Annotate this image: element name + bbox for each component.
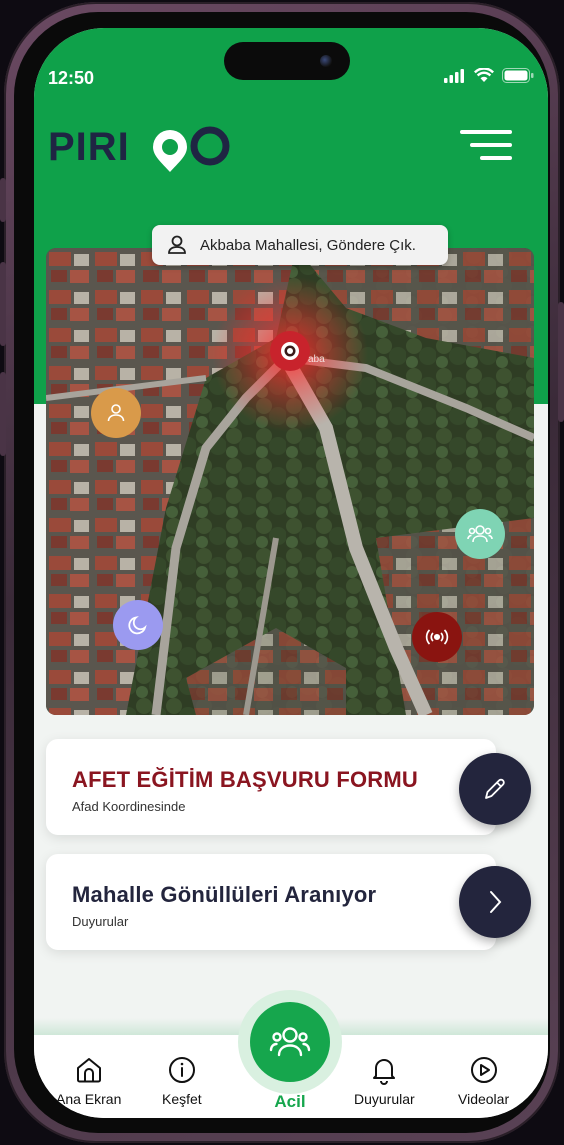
open-volunteers-button[interactable] bbox=[459, 866, 531, 938]
person-icon bbox=[107, 404, 125, 422]
battery-icon bbox=[502, 68, 534, 83]
user-pin-icon bbox=[168, 235, 186, 254]
home-icon bbox=[76, 1058, 101, 1083]
menu-line bbox=[460, 130, 512, 134]
hamburger-menu-button[interactable] bbox=[458, 126, 512, 166]
moon-icon bbox=[128, 616, 147, 635]
card-subtitle: Afad Koordinesinde bbox=[72, 799, 186, 814]
nav-home-label: Ana Ekran bbox=[56, 1091, 122, 1107]
dynamic-island bbox=[224, 42, 350, 80]
menu-line bbox=[480, 156, 512, 160]
power-button bbox=[558, 302, 564, 422]
nav-explore[interactable]: Keşfet bbox=[162, 1055, 202, 1107]
status-time: 12:50 bbox=[48, 68, 95, 88]
card-title: Mahalle Gönüllüleri Aranıyor bbox=[72, 882, 377, 907]
emergency-button[interactable] bbox=[250, 1002, 330, 1082]
poi-label: aba bbox=[308, 354, 325, 365]
group-marker[interactable] bbox=[455, 509, 505, 559]
volume-down-button bbox=[0, 372, 6, 456]
status-icons bbox=[444, 68, 534, 83]
location-pin-marker[interactable] bbox=[270, 331, 310, 371]
nav-explore-label: Keşfet bbox=[162, 1091, 202, 1107]
pencil-icon bbox=[485, 778, 505, 799]
night-marker[interactable] bbox=[113, 600, 163, 650]
bell-icon bbox=[373, 1059, 396, 1085]
nav-emergency[interactable] bbox=[238, 990, 342, 1094]
training-form-card[interactable]: AFET EĞİTİM BAŞVURU FORMU Afad Koordines… bbox=[46, 739, 496, 835]
action-button bbox=[0, 178, 6, 222]
target-icon bbox=[281, 342, 299, 360]
camera-icon bbox=[320, 55, 332, 67]
wifi-icon bbox=[474, 68, 494, 82]
group-icon bbox=[269, 1027, 311, 1057]
svg-text:PIRI: PIRI bbox=[48, 125, 130, 169]
menu-line bbox=[470, 143, 512, 147]
address-pill[interactable]: Akbaba Mahallesi, Göndere Çık. bbox=[152, 225, 448, 265]
nav-videos-label: Videolar bbox=[458, 1091, 510, 1107]
chevron-right-icon bbox=[490, 891, 502, 913]
signal-icon bbox=[444, 68, 464, 83]
card-title: AFET EĞİTİM BAŞVURU FORMU bbox=[72, 767, 418, 792]
info-icon bbox=[168, 1057, 195, 1083]
satellite-map[interactable]: aba bbox=[46, 248, 534, 715]
broadcast-icon bbox=[425, 629, 449, 645]
group-icon bbox=[467, 525, 493, 543]
person-marker[interactable] bbox=[91, 388, 141, 438]
nav-emergency-label: Acil bbox=[274, 1092, 306, 1111]
nav-announcements-label: Duyurular bbox=[354, 1091, 415, 1107]
volunteers-card[interactable]: Mahalle Gönüllüleri Aranıyor Duyurular bbox=[46, 854, 496, 950]
pirigo-logo: PIRI bbox=[48, 124, 238, 179]
volume-up-button bbox=[0, 262, 6, 346]
edit-form-button[interactable] bbox=[459, 753, 531, 825]
address-text: Akbaba Mahallesi, Göndere Çık. bbox=[200, 236, 416, 254]
card-subtitle: Duyurular bbox=[72, 914, 129, 929]
nav-announcements[interactable]: Duyurular bbox=[354, 1055, 415, 1107]
nav-videos[interactable]: Videolar bbox=[458, 1055, 509, 1107]
play-icon bbox=[470, 1057, 497, 1083]
broadcast-marker[interactable] bbox=[412, 612, 462, 662]
app-screen: 12:50 PIRI aba Akbaba Mahallesi, Göndere… bbox=[34, 28, 548, 1118]
nav-home[interactable]: Ana Ekran bbox=[56, 1055, 121, 1107]
